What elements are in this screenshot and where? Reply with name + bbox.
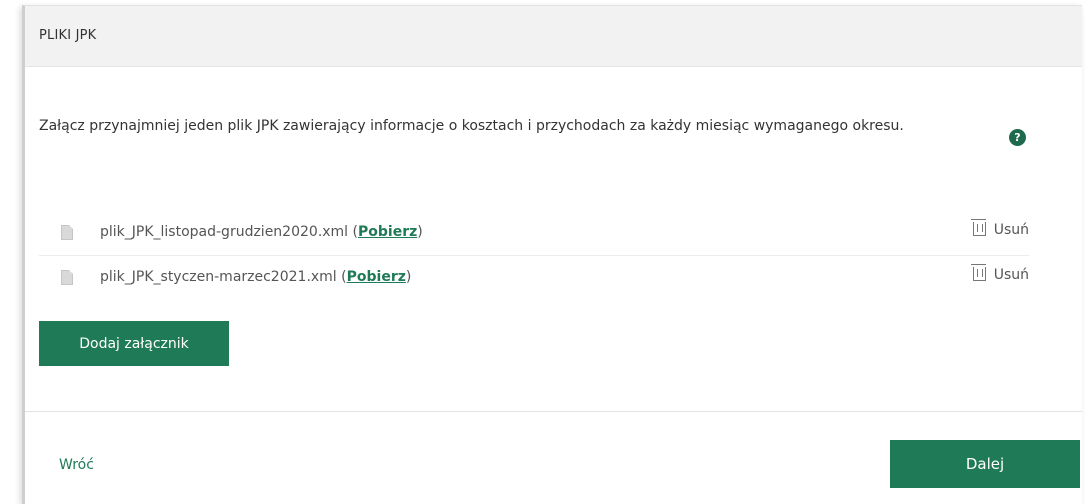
remove-file-button[interactable]: Usuń: [970, 219, 1029, 238]
file-list: plik_JPK_listopad-grudzien2020.xml (Pobi…: [39, 211, 1029, 300]
file-icon: [61, 270, 73, 285]
next-button[interactable]: Dalej: [890, 440, 1080, 488]
help-icon[interactable]: ?: [1009, 129, 1026, 146]
file-row: plik_JPK_listopad-grudzien2020.xml (Pobi…: [39, 211, 1029, 256]
instruction-text: Załącz przynajmniej jeden plik JPK zawie…: [39, 118, 904, 134]
file-name-group: plik_JPK_styczen-marzec2021.xml (Pobierz…: [100, 269, 411, 285]
add-attachment-button[interactable]: Dodaj załącznik: [39, 321, 229, 366]
jpk-files-panel: PLIKI JPK Załącz przynajmniej jeden plik…: [22, 5, 1082, 504]
file-icon: [61, 225, 73, 240]
paren-close: ): [405, 269, 412, 285]
file-row: plik_JPK_styczen-marzec2021.xml (Pobierz…: [39, 256, 1029, 300]
panel-header: PLIKI JPK: [25, 6, 1082, 67]
panel-title: PLIKI JPK: [39, 28, 97, 43]
download-link[interactable]: Pobierz: [347, 269, 406, 285]
trash-icon: [970, 264, 986, 281]
footer-divider: [25, 411, 1082, 412]
paren-open: (: [348, 224, 358, 240]
remove-label: Usuń: [993, 267, 1029, 283]
back-link[interactable]: Wróć: [59, 457, 94, 473]
remove-file-button[interactable]: Usuń: [970, 264, 1029, 283]
paren-open: (: [336, 269, 347, 285]
file-name-group: plik_JPK_listopad-grudzien2020.xml (Pobi…: [100, 224, 423, 240]
trash-icon: [970, 219, 986, 236]
file-name: plik_JPK_listopad-grudzien2020.xml: [100, 224, 349, 240]
remove-label: Usuń: [993, 222, 1029, 238]
paren-close: ): [417, 224, 423, 240]
download-link[interactable]: Pobierz: [358, 224, 417, 240]
file-name: plik_JPK_styczen-marzec2021.xml: [100, 269, 337, 285]
